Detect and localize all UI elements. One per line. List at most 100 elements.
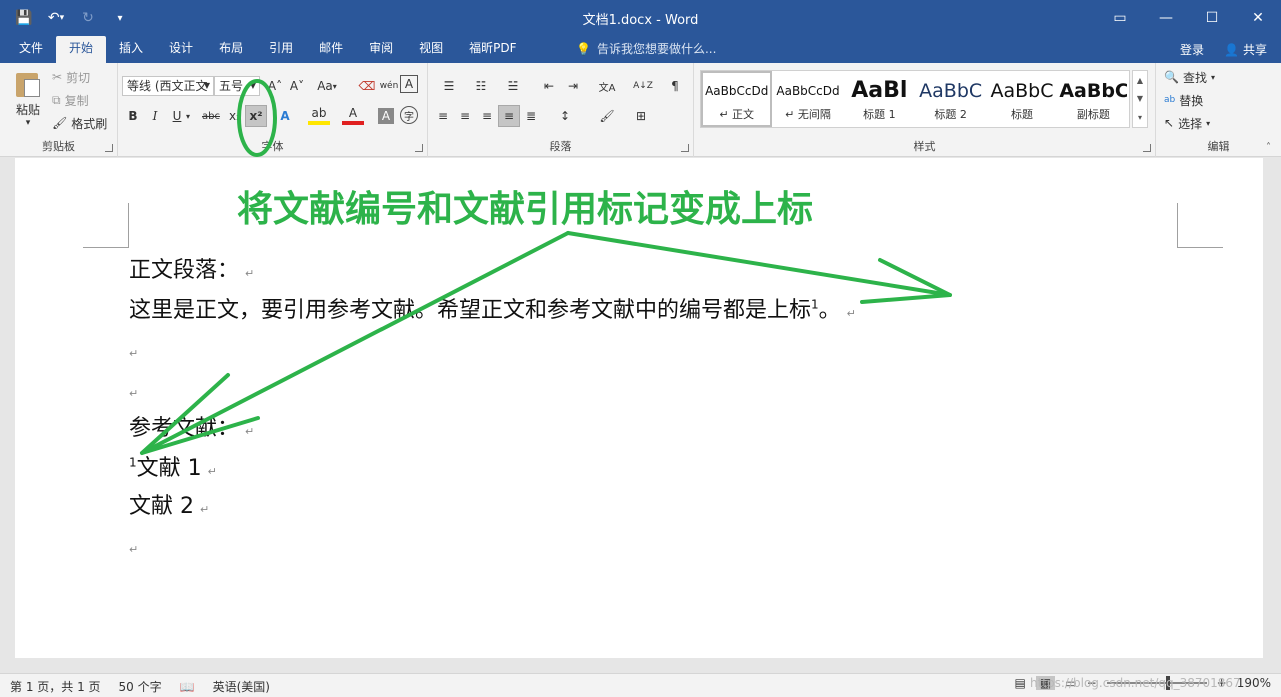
doc-line-references[interactable]: 参考文献： ↵ (129, 410, 254, 442)
tab-7[interactable]: 审阅 (356, 36, 406, 63)
doc-line-ref2[interactable]: 文献 2 ↵ (129, 488, 209, 520)
styles-launcher-icon[interactable] (1143, 144, 1151, 152)
bullets-icon[interactable]: ☰ (434, 75, 464, 97)
chinese-layout-icon[interactable]: 文A (592, 75, 622, 97)
line-spacing-icon[interactable]: ↕ (550, 105, 580, 127)
window-controls: ▭ — ☐ ✕ (1097, 0, 1281, 36)
superscript-button[interactable]: x² (245, 105, 267, 127)
style-item[interactable]: AaBbC 标题 (986, 71, 1057, 127)
sort-icon[interactable]: A↓Z (632, 75, 654, 97)
gallery-more-icon[interactable]: ▾ (1138, 113, 1142, 122)
doc-empty-line[interactable]: ↵ (129, 378, 138, 403)
tab-9[interactable]: 福昕PDF (456, 36, 529, 63)
share-button[interactable]: 👤 共享 (1218, 39, 1273, 60)
close-icon[interactable]: ✕ (1235, 0, 1281, 36)
change-case-button[interactable]: Aa ▾ (314, 75, 340, 97)
clipboard-launcher-icon[interactable] (105, 144, 113, 152)
language[interactable]: 英语(美国) (213, 678, 270, 695)
tab-6[interactable]: 邮件 (306, 36, 356, 63)
clear-formatting-icon[interactable]: ⌫ (356, 75, 378, 97)
distributed-icon[interactable]: ≣ (520, 105, 542, 127)
decrease-indent-icon[interactable]: ⇤ (538, 75, 560, 97)
styles-gallery-scroll: ▲ ▼ ▾ (1132, 70, 1148, 128)
proofing-icon[interactable]: 📖 (180, 680, 195, 694)
show-marks-icon[interactable]: ¶ (664, 75, 686, 97)
font-size-combo[interactable]: 五号 ▼ (214, 76, 260, 96)
align-right-icon[interactable]: ≡ (476, 105, 498, 127)
style-preview: AaBl (851, 78, 908, 103)
font-size-arrow-icon: ▼ (249, 81, 256, 90)
copy-button[interactable]: ⧉ 复制 (52, 90, 89, 110)
shading-icon[interactable]: 🖌 (592, 105, 622, 127)
document-page[interactable]: 将文献编号和文献引用标记变成上标 正文段落： ↵ 这里是正文，要引用参考文献。希望… (15, 158, 1263, 658)
tell-me-box[interactable]: 💡 告诉我您想要做什么... (576, 36, 716, 63)
replace-button[interactable]: ab 替换 (1164, 90, 1203, 110)
tab-5[interactable]: 引用 (256, 36, 306, 63)
align-center-icon[interactable]: ≡ (454, 105, 476, 127)
tab-8[interactable]: 视图 (406, 36, 456, 63)
style-item[interactable]: AaBbCcDd ↵ 正文 (701, 71, 773, 127)
shrink-font-button[interactable]: A˅ (286, 75, 308, 97)
text-effects-icon[interactable]: A (274, 105, 296, 127)
paragraph-launcher-icon[interactable] (681, 144, 689, 152)
borders-icon[interactable]: ⊞ (626, 105, 656, 127)
maximize-icon[interactable]: ☐ (1189, 0, 1235, 36)
justify-icon[interactable]: ≡ (498, 105, 520, 127)
doc-line-ref1[interactable]: 1文献 1 ↵ (129, 450, 217, 482)
style-item[interactable]: AaBbC 标题 2 (915, 71, 986, 127)
paragraph-group: ☰ ☷ ☱ ⇤ ⇥ 文A A↓Z ¶ ≡ ≡ ≡ ≡ ≣ ↕ 🖌 ⊞ 段落 (428, 63, 694, 157)
enclose-characters-icon[interactable]: 字 (400, 106, 418, 124)
phonetic-guide-icon[interactable]: wén (378, 75, 400, 97)
ribbon-display-options-icon[interactable]: ▭ (1097, 0, 1143, 36)
word-count[interactable]: 50 个字 (119, 678, 162, 695)
increase-indent-icon[interactable]: ⇥ (562, 75, 584, 97)
cut-button[interactable]: ✂ 剪切 (52, 67, 90, 87)
login-link[interactable]: 登录 (1180, 41, 1204, 58)
numbering-icon[interactable]: ☷ (466, 75, 496, 97)
style-name: 标题 2 (934, 108, 967, 121)
tab-3[interactable]: 设计 (156, 36, 206, 63)
doc-line-body[interactable]: 这里是正文，要引用参考文献。希望正文和参考文献中的编号都是上标1。 ↵ (129, 292, 856, 324)
style-item[interactable]: AaBl 标题 1 (844, 71, 915, 127)
editing-group: 🔍 查找 ▾ ab 替换 ↖ 选择 ▾ 编辑 ˄ (1156, 63, 1281, 157)
doc-empty-line[interactable]: ↵ (129, 338, 138, 363)
multilevel-list-icon[interactable]: ☱ (498, 75, 528, 97)
font-launcher-icon[interactable] (415, 144, 423, 152)
tab-4[interactable]: 布局 (206, 36, 256, 63)
tab-0[interactable]: 文件 (6, 36, 56, 63)
underline-dropdown-icon[interactable]: ▾ (182, 105, 194, 127)
style-preview: AaBbC (919, 80, 983, 102)
align-left-icon[interactable]: ≡ (432, 105, 454, 127)
italic-button[interactable]: I (144, 105, 166, 127)
font-color-icon[interactable]: A (342, 105, 364, 125)
styles-group-label: 样式 (913, 140, 936, 153)
font-name-combo[interactable]: 等线 (西文正文 ▼ (122, 76, 214, 96)
format-painter-button[interactable]: 🖌 格式刷 (52, 113, 107, 133)
gallery-up-icon[interactable]: ▲ (1137, 76, 1143, 85)
tab-2[interactable]: 插入 (106, 36, 156, 63)
highlight-color-icon[interactable]: ab (308, 105, 330, 125)
grow-font-button[interactable]: A˄ (264, 75, 286, 97)
page-count[interactable]: 第 1 页，共 1 页 (10, 678, 101, 695)
ref2-text: 文献 2 (129, 494, 194, 519)
doc-empty-line[interactable]: ↵ (129, 534, 138, 559)
find-button[interactable]: 🔍 查找 ▾ (1164, 67, 1215, 87)
select-label: 选择 (1178, 116, 1203, 131)
read-mode-icon[interactable]: ▤ (1015, 676, 1026, 690)
doc-line-heading[interactable]: 正文段落： ↵ (129, 252, 254, 284)
subscript-button[interactable]: x₂ (224, 105, 246, 127)
minimize-icon[interactable]: — (1143, 0, 1189, 36)
gallery-down-icon[interactable]: ▼ (1137, 94, 1143, 103)
paste-dropdown-arrow-icon[interactable]: ▾ (8, 118, 48, 128)
strikethrough-button[interactable]: abc (198, 105, 224, 127)
style-item[interactable]: AaBbCcDd ↵ 无间隔 (772, 71, 843, 127)
collapse-ribbon-icon[interactable]: ˄ (1266, 142, 1271, 153)
select-button[interactable]: ↖ 选择 ▾ (1164, 113, 1210, 133)
character-shading-icon[interactable]: A (378, 108, 394, 124)
zoom-level[interactable]: 190% (1237, 676, 1271, 690)
tab-1[interactable]: 开始 (56, 36, 107, 63)
bold-button[interactable]: B (122, 105, 144, 127)
style-item[interactable]: AaBbC 副标题 (1058, 71, 1129, 127)
character-border-icon[interactable]: A (400, 75, 418, 93)
paste-button[interactable]: 粘贴 ▾ (8, 69, 48, 133)
